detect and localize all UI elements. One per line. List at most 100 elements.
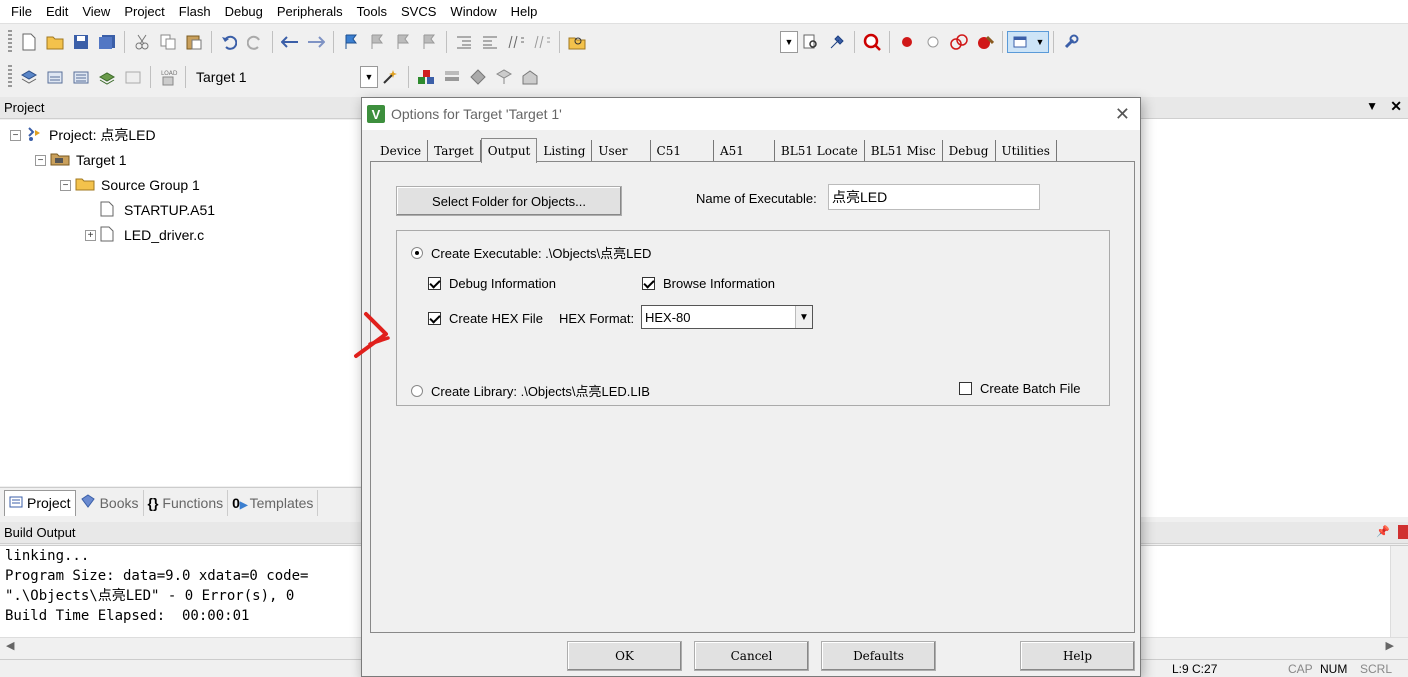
tab-listing[interactable]: Listing: [537, 140, 593, 162]
download-load-icon[interactable]: LOAD: [157, 66, 179, 88]
browse-information-checkbox[interactable]: Browse Information: [642, 276, 775, 291]
hex-format-select[interactable]: HEX-80 ▼: [641, 305, 813, 329]
pack-installer-icon[interactable]: [493, 66, 515, 88]
tab-target[interactable]: Target: [428, 140, 481, 162]
debug-information-checkbox[interactable]: Debug Information: [428, 276, 556, 291]
tree-target-node[interactable]: − Target 1: [35, 149, 127, 171]
create-executable-radio[interactable]: Create Executable: .\Objects\点亮LED: [411, 243, 651, 262]
create-hex-file-checkbox[interactable]: Create HEX File: [428, 311, 543, 326]
menu-edit[interactable]: Edit: [39, 4, 75, 19]
help-button[interactable]: Help: [1020, 641, 1135, 671]
target-options-icon[interactable]: [380, 66, 402, 88]
target-select[interactable]: Target 1: [190, 66, 360, 88]
tab-books[interactable]: Books: [76, 489, 144, 516]
select-packs-icon[interactable]: [467, 66, 489, 88]
chevron-down-icon[interactable]: ▼: [1032, 32, 1048, 52]
uncomment-icon[interactable]: [531, 31, 553, 53]
menu-svcs[interactable]: SVCS: [394, 4, 443, 19]
pane-close-icon[interactable]: ✕: [1390, 98, 1402, 115]
tab-templates[interactable]: 0▶ Templates: [228, 489, 319, 516]
chevron-down-icon[interactable]: ▼: [795, 306, 812, 328]
dialog-titlebar[interactable]: V Options for Target 'Target 1' ✕: [362, 98, 1140, 130]
tab-output[interactable]: Output: [480, 138, 538, 163]
indent-icon[interactable]: [453, 31, 475, 53]
incremental-find-icon[interactable]: [826, 31, 848, 53]
menu-peripherals[interactable]: Peripherals: [270, 4, 350, 19]
tree-file-node[interactable]: STARTUP.A51: [100, 199, 215, 221]
menu-help[interactable]: Help: [504, 4, 545, 19]
build-icon[interactable]: [44, 66, 66, 88]
tree-file-node[interactable]: + LED_driver.c: [85, 224, 204, 246]
new-file-icon[interactable]: [18, 31, 40, 53]
cancel-button[interactable]: Cancel: [694, 641, 809, 671]
tab-debug[interactable]: Debug: [943, 140, 996, 162]
breakpoint-icon[interactable]: [896, 31, 918, 53]
debug-session-icon[interactable]: [861, 31, 883, 53]
tab-bl51-locate[interactable]: BL51 Locate: [775, 140, 865, 162]
manage-project-items-icon[interactable]: [415, 66, 437, 88]
window-layout-combo[interactable]: ▼: [1007, 31, 1049, 53]
expand-icon[interactable]: +: [85, 229, 96, 241]
next-bookmark-icon[interactable]: [392, 31, 414, 53]
name-of-executable-input[interactable]: 点亮LED: [828, 184, 1040, 210]
toolbar-grip[interactable]: [8, 65, 12, 89]
close-icon[interactable]: ✕: [1115, 104, 1130, 125]
vertical-scrollbar[interactable]: [1390, 546, 1408, 638]
comment-icon[interactable]: [505, 31, 527, 53]
menu-flash[interactable]: Flash: [172, 4, 218, 19]
defaults-button[interactable]: Defaults: [821, 641, 936, 671]
collapse-icon[interactable]: −: [60, 179, 71, 191]
tree-project-node[interactable]: − Project: 点亮LED: [10, 124, 156, 146]
stop-build-icon[interactable]: [122, 66, 144, 88]
unindent-icon[interactable]: [479, 31, 501, 53]
rebuild-icon[interactable]: [70, 66, 92, 88]
prev-bookmark-icon[interactable]: [366, 31, 388, 53]
create-library-radio[interactable]: Create Library: .\Objects\点亮LED.LIB: [411, 381, 650, 400]
translate-icon[interactable]: [18, 66, 40, 88]
tree-group-node[interactable]: − Source Group 1: [60, 174, 200, 196]
open-folder-icon[interactable]: [44, 31, 66, 53]
find-in-files-icon[interactable]: [566, 31, 588, 53]
bookmark-icon[interactable]: [340, 31, 362, 53]
nav-forward-icon[interactable]: [305, 31, 327, 53]
kill-all-breakpoints-icon[interactable]: [974, 31, 996, 53]
clear-bookmarks-icon[interactable]: [418, 31, 440, 53]
tab-user[interactable]: User: [592, 140, 651, 162]
tab-utilities[interactable]: Utilities: [996, 140, 1057, 162]
target-dropdown[interactable]: ▼: [360, 66, 378, 88]
create-batch-file-checkbox[interactable]: Create Batch File: [959, 381, 1080, 396]
cut-icon[interactable]: [131, 31, 153, 53]
paste-icon[interactable]: [183, 31, 205, 53]
find-combo[interactable]: ▼: [780, 31, 798, 53]
redo-icon[interactable]: [244, 31, 266, 53]
scroll-right-icon[interactable]: ▶: [1386, 639, 1394, 652]
copy-icon[interactable]: [157, 31, 179, 53]
pin-icon[interactable]: 📌: [1376, 525, 1390, 538]
tab-device[interactable]: Device: [374, 140, 429, 162]
chevron-down-icon[interactable]: ▼: [361, 67, 377, 87]
pane-dropdown-icon[interactable]: ▼: [1366, 99, 1378, 113]
ok-button[interactable]: OK: [567, 641, 682, 671]
tab-project[interactable]: Project: [4, 489, 76, 516]
menu-window[interactable]: Window: [443, 4, 503, 19]
menu-project[interactable]: Project: [117, 4, 171, 19]
menu-debug[interactable]: Debug: [218, 4, 270, 19]
menu-file[interactable]: File: [4, 4, 39, 19]
batch-build-icon[interactable]: [96, 66, 118, 88]
save-all-icon[interactable]: [96, 31, 118, 53]
toolbar-grip[interactable]: [8, 30, 12, 54]
find-icon[interactable]: [800, 31, 822, 53]
nav-back-icon[interactable]: [279, 31, 301, 53]
tab-a51[interactable]: A51: [714, 140, 775, 162]
save-icon[interactable]: [70, 31, 92, 53]
manage-rte-icon[interactable]: [441, 66, 463, 88]
disable-all-breakpoints-icon[interactable]: [948, 31, 970, 53]
undo-icon[interactable]: [218, 31, 240, 53]
configure-wrench-icon[interactable]: [1060, 31, 1082, 53]
collapse-icon[interactable]: −: [10, 129, 21, 141]
disable-breakpoint-icon[interactable]: [922, 31, 944, 53]
chevron-down-icon[interactable]: ▼: [781, 32, 797, 52]
tab-c51[interactable]: C51: [651, 140, 714, 162]
collapse-icon[interactable]: −: [35, 154, 46, 166]
tab-functions[interactable]: {} Functions: [144, 489, 229, 516]
